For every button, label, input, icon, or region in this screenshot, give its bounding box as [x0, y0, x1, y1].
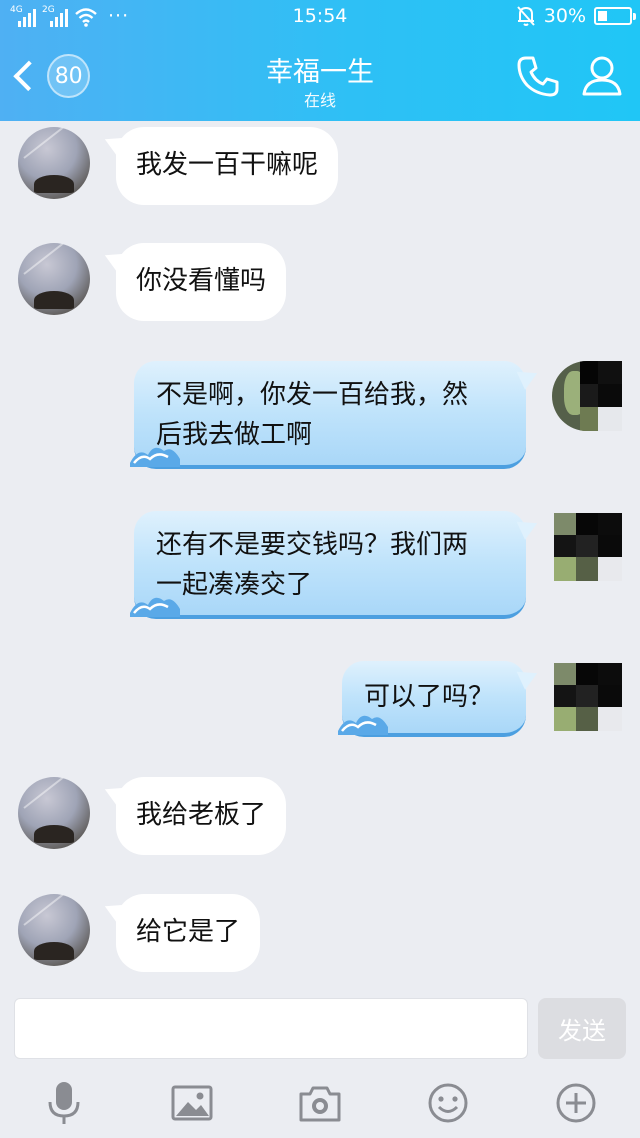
- self-avatar[interactable]: [554, 663, 624, 733]
- battery-percent: 30%: [543, 5, 586, 27]
- silent-bell-icon: [517, 6, 535, 26]
- chat-header: 4G 2G ··· 15:54 30% 80 幸福一生 在线: [0, 0, 640, 121]
- message-input[interactable]: [14, 998, 528, 1059]
- wave-decoration-icon: [130, 597, 180, 617]
- contact-avatar[interactable]: [18, 777, 90, 849]
- image-icon[interactable]: [170, 1080, 214, 1126]
- self-avatar[interactable]: [552, 361, 622, 431]
- message-text-line: 后我去做工啊: [156, 420, 313, 450]
- message-text: 我发一百干嘛呢: [136, 150, 319, 180]
- profile-icon[interactable]: [578, 52, 626, 100]
- contact-avatar[interactable]: [18, 127, 90, 199]
- message-text: 给它是了: [136, 917, 241, 947]
- wave-decoration-icon: [130, 447, 180, 467]
- incoming-message-bubble[interactable]: 我给老板了: [116, 777, 287, 855]
- contact-avatar[interactable]: [18, 894, 90, 966]
- self-avatar[interactable]: [554, 513, 624, 583]
- incoming-message-bubble[interactable]: 给它是了: [116, 894, 261, 972]
- message-text: 你没看懂吗: [136, 266, 267, 296]
- wave-decoration-icon: [338, 715, 388, 735]
- message-text-line: 还有不是要交钱吗？我们两: [156, 530, 469, 560]
- outgoing-message-bubble[interactable]: 还有不是要交钱吗？我们两 一起凑凑交了: [130, 511, 526, 619]
- outgoing-message-bubble[interactable]: 可以了吗？: [338, 661, 526, 737]
- message-text: 我给老板了: [136, 800, 267, 830]
- microphone-icon[interactable]: [42, 1080, 86, 1126]
- battery-icon: [594, 7, 636, 25]
- status-bar: 4G 2G ··· 15:54 30%: [0, 0, 640, 34]
- camera-icon[interactable]: [298, 1080, 342, 1126]
- phone-icon[interactable]: [514, 52, 562, 100]
- outgoing-message-bubble[interactable]: 不是啊，你发一百给我，然 后我去做工啊: [130, 361, 526, 469]
- message-text-line: 不是啊，你发一百给我，然: [156, 380, 469, 410]
- plus-icon[interactable]: [554, 1080, 598, 1126]
- incoming-message-bubble[interactable]: 你没看懂吗: [116, 243, 287, 321]
- message-composer: 发送: [0, 996, 640, 1066]
- contact-avatar[interactable]: [18, 243, 90, 315]
- message-list[interactable]: 我发一百干嘛呢 你没看懂吗 不是啊，你发一百给我，然 后我去做工啊 还有不是要交…: [0, 121, 640, 996]
- send-button[interactable]: 发送: [538, 998, 626, 1059]
- input-toolbar: [0, 1072, 640, 1138]
- emoji-icon[interactable]: [426, 1080, 470, 1126]
- incoming-message-bubble[interactable]: 我发一百干嘛呢: [116, 127, 339, 205]
- message-text-line: 一起凑凑交了: [156, 570, 313, 600]
